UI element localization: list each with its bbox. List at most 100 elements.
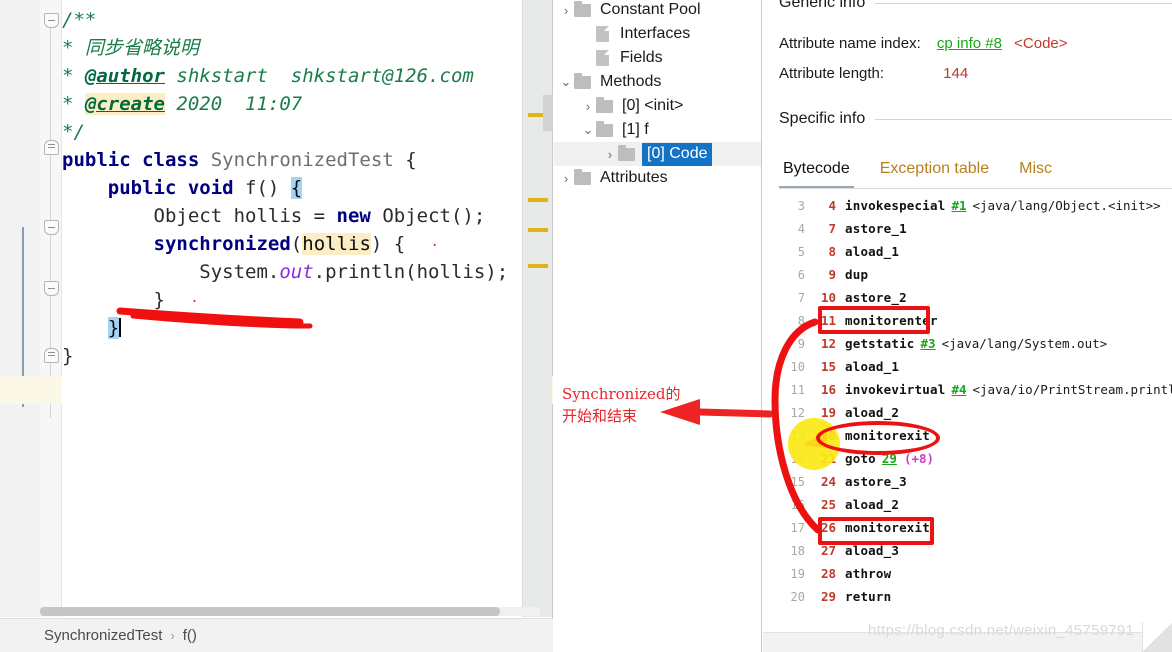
bytecode-row[interactable]: 17 26 monitorexit	[779, 516, 1172, 539]
bytecode-offset: 10	[820, 290, 836, 305]
horizontal-scrollbar[interactable]	[40, 607, 540, 616]
tree-item-interfaces[interactable]: Interfaces	[554, 22, 761, 46]
bytecode-row[interactable]: 9 12 getstatic #3 <java/lang/System.out>	[779, 332, 1172, 355]
code-token: SynchronizedTest	[210, 149, 394, 171]
code-token: ) {	[370, 233, 406, 255]
code-token: }	[62, 289, 165, 311]
bytecode-row[interactable]: 7 10 astore_2	[779, 286, 1172, 309]
bytecode-opcode: monitorenter	[845, 313, 938, 328]
bytecode-constant-ref[interactable]: #4	[951, 382, 966, 397]
bytecode-row[interactable]: 8 11 monitorenter	[779, 309, 1172, 332]
file-icon	[596, 26, 609, 42]
code-token: Object();	[370, 205, 486, 227]
bytecode-line-number: 10	[790, 359, 805, 374]
code-text-area[interactable]: /** * 同步省略说明 * @author shkstart shkstart@1…	[62, 0, 522, 617]
bytecode-row[interactable]: 6 9 dup	[779, 263, 1172, 286]
tab-exception-table[interactable]: Exception table	[876, 158, 993, 186]
tree-item-attributes[interactable]: › Attributes	[554, 166, 761, 190]
code-line: /**	[62, 6, 96, 34]
folder-icon	[574, 0, 591, 17]
code-token: 同步省略说明	[84, 37, 199, 59]
detail-tabbar[interactable]: Bytecode Exception table Misc	[763, 158, 1172, 190]
tree-item-label: Methods	[600, 73, 662, 90]
tree-item-constant-pool[interactable]: › Constant Pool	[554, 0, 761, 22]
bytecode-offset: 4	[828, 198, 836, 213]
bytecode-constant-ref[interactable]: #1	[951, 198, 966, 213]
bytecode-row[interactable]: 11 16 invokevirtual #4 <java/io/PrintStream.…	[779, 378, 1172, 401]
code-line: public void f() {	[62, 174, 303, 202]
bytecode-offset: 8	[828, 244, 836, 259]
bytecode-opcode: astore_3	[845, 474, 907, 489]
chevron-down-icon[interactable]: ⌄	[558, 74, 574, 90]
editor-marker-gutter[interactable]	[522, 0, 553, 617]
bytecode-row[interactable]: 5 8 aload_1	[779, 240, 1172, 263]
tree-item-1-f[interactable]: ⌄ [1] f	[554, 118, 761, 142]
chevron-right-icon[interactable]: ›	[580, 98, 596, 114]
file-icon	[596, 50, 609, 66]
attribute-detail-pane: Generic info Attribute name index: cp in…	[763, 0, 1172, 652]
chevron-down-icon[interactable]: ⌄	[580, 122, 596, 138]
bytecode-line-number: 15	[790, 474, 805, 489]
app-window: /** * 同步省略说明 * @author shkstart shkstart@1…	[0, 0, 1172, 652]
bytecode-row[interactable]: 10 15 aload_1	[779, 355, 1172, 378]
breadcrumb-class[interactable]: SynchronizedTest	[44, 627, 162, 644]
folder-icon	[596, 96, 613, 113]
bytecode-row[interactable]: 12 19 aload_2	[779, 401, 1172, 424]
editor-fold-gutter	[40, 0, 62, 617]
bytecode-line-number: 19	[790, 566, 805, 581]
bytecode-line-number: 3	[797, 198, 805, 213]
bytecode-branch-delta: (+8)	[903, 451, 935, 466]
tabbar-underline	[779, 188, 1172, 189]
attribute-length-value: 144	[943, 65, 969, 82]
tree-item-label: [0] Code	[642, 142, 713, 166]
breadcrumb-method[interactable]: f()	[183, 627, 197, 644]
bytecode-row[interactable]: 4 7 astore_1	[779, 217, 1172, 240]
bytecode-row[interactable]: 16 25 aload_2	[779, 493, 1172, 516]
classfile-structure-tree[interactable]: › Constant Pool Interfaces Fields ⌄ Methods ›[…	[554, 0, 762, 652]
chevron-right-icon[interactable]: ›	[558, 2, 574, 18]
chevron-right-icon[interactable]: ›	[558, 170, 574, 186]
bytecode-offset: 12	[820, 336, 836, 351]
bytecode-descriptor: <java/lang/System.out>	[941, 336, 1108, 351]
bytecode-row[interactable]: 19 28 athrow	[779, 562, 1172, 585]
vertical-scrollbar-thumb[interactable]	[543, 95, 553, 131]
specific-info-title: Specific info	[779, 110, 866, 127]
tab-bytecode[interactable]: Bytecode	[779, 158, 854, 189]
annotation-note-line1: Synchronized的	[562, 385, 681, 403]
bytecode-offset: 11	[820, 313, 836, 328]
fold-marker-sync-close[interactable]	[44, 348, 59, 363]
fold-marker-javadoc-open[interactable]	[44, 13, 59, 28]
folder-icon	[618, 144, 635, 161]
code-line: System.out.println(hollis);	[62, 258, 508, 286]
cp-info-link[interactable]: cp info #8	[937, 35, 1002, 52]
bytecode-row[interactable]: 18 27 aload_3	[779, 539, 1172, 562]
bytecode-line-number: 16	[790, 497, 805, 512]
bytecode-constant-ref[interactable]: 29	[882, 451, 897, 466]
fold-marker-javadoc-close[interactable]	[44, 140, 59, 155]
bytecode-offset: 29	[820, 589, 836, 604]
bytecode-row[interactable]: 20 29 return	[779, 585, 1172, 608]
gutter-change-marker	[528, 264, 548, 268]
bytecode-opcode: astore_1	[845, 221, 907, 236]
bytecode-offset: 16	[820, 382, 836, 397]
bytecode-line-number: 6	[797, 267, 805, 282]
bytecode-constant-ref[interactable]: #3	[921, 336, 936, 351]
bytecode-opcode: aload_1	[845, 359, 900, 374]
fold-marker-sync-open[interactable]	[44, 281, 59, 296]
code-token: (	[290, 233, 303, 255]
chevron-right-icon[interactable]: ›	[602, 146, 618, 162]
bytecode-listing[interactable]: 3 4 invokespecial #1 <java/lang/Object.<init…	[779, 194, 1172, 614]
tree-item-fields[interactable]: Fields	[554, 46, 761, 70]
code-token: System.	[62, 261, 280, 283]
tab-misc[interactable]: Misc	[1015, 158, 1056, 186]
fold-marker-method-open[interactable]	[44, 220, 59, 235]
bytecode-row[interactable]: 3 4 invokespecial #1 <java/lang/Object.<init…	[779, 194, 1172, 217]
tree-item-0-init[interactable]: › [0] <init>	[554, 94, 761, 118]
bytecode-opcode: aload_2	[845, 497, 900, 512]
tree-item-methods[interactable]: ⌄ Methods	[554, 70, 761, 94]
horizontal-scrollbar-thumb[interactable]	[40, 607, 500, 616]
folder-icon	[596, 120, 613, 137]
bytecode-row[interactable]: 15 24 astore_3	[779, 470, 1172, 493]
tree-item-0-code[interactable]: › [0] Code	[554, 142, 761, 166]
